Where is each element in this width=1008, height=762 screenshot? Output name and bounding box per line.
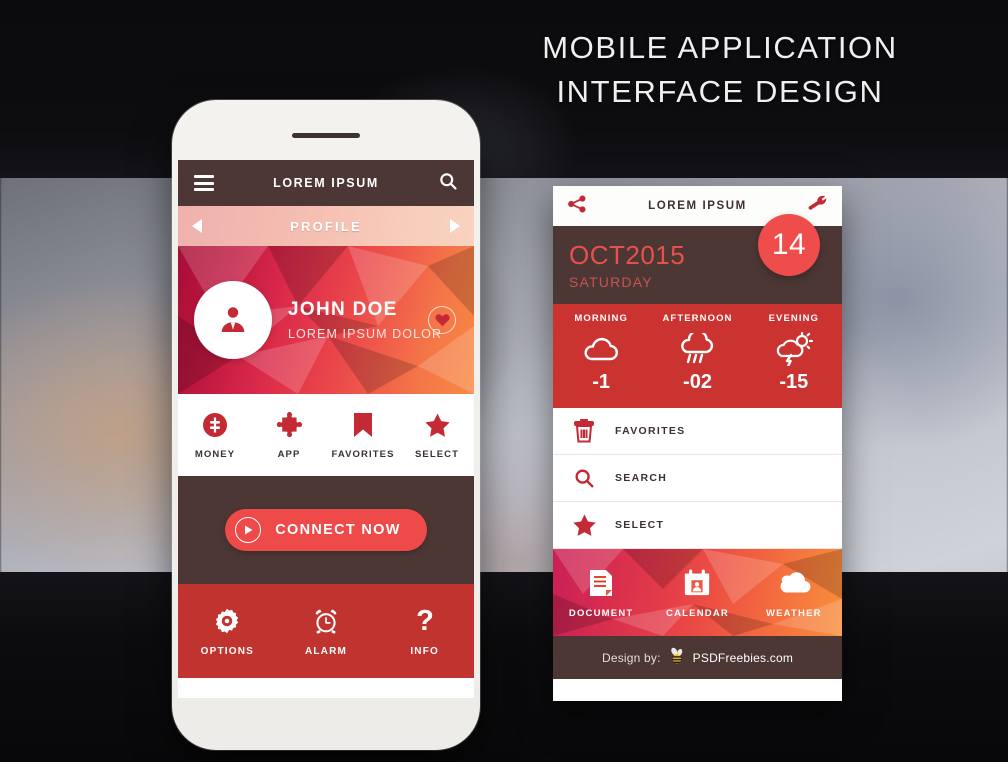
trash-icon — [553, 419, 615, 443]
footer-site: PSDFreebies.com — [692, 650, 794, 665]
card-nav-label: DOCUMENT — [568, 607, 634, 619]
shortcut-label: APP — [277, 449, 301, 460]
profile-name: JOHN DOE — [288, 299, 398, 320]
card-nav-label: WEATHER — [765, 607, 822, 619]
hamburger-icon[interactable] — [194, 175, 214, 191]
svg-text:?: ? — [416, 606, 434, 636]
sun-lightning-icon — [746, 329, 842, 369]
heart-icon[interactable] — [428, 306, 456, 334]
cloud-icon — [553, 329, 649, 369]
wrench-icon[interactable] — [808, 194, 828, 219]
page-title-line1: MOBILE APPLICATION — [542, 30, 898, 65]
rain-cloud-icon — [649, 329, 745, 369]
weather-label: EVENING — [768, 313, 820, 324]
phone-mockup: LOREM IPSUM PROFILE JOHN DOE LOREM IPSUM… — [172, 100, 480, 750]
shortcut-favorites[interactable]: FAVORITES — [326, 410, 400, 460]
search-icon — [553, 467, 615, 489]
phone-speaker — [292, 133, 360, 138]
connect-section: CONNECT NOW — [178, 476, 474, 584]
date-day-badge: 14 — [758, 214, 820, 276]
list-item-label: FAVORITES — [615, 425, 686, 437]
profile-bar-label: PROFILE — [290, 218, 362, 234]
weather-value: -02 — [683, 371, 712, 393]
nav-label: OPTIONS — [200, 645, 255, 657]
weather-morning: MORNING -1 — [553, 313, 649, 408]
list-item-favorites[interactable]: FAVORITES — [553, 408, 842, 455]
shortcut-money[interactable]: MONEY — [178, 410, 252, 460]
card-bottom-nav: DOCUMENT CALENDAR WEATHER — [553, 549, 842, 636]
puzzle-icon — [252, 410, 326, 440]
date-section: OCT2015 SATURDAY 14 — [553, 214, 842, 304]
bee-icon — [668, 647, 686, 668]
weather-label: MORNING — [574, 313, 628, 324]
card-nav-calendar[interactable]: CALENDAR — [649, 567, 745, 619]
profile-subtitle: LOREM IPSUM DOLOR — [288, 327, 443, 341]
weather-evening: EVENING -15 — [746, 313, 842, 408]
triangle-left-icon[interactable] — [192, 219, 202, 233]
footer-credit: Design by: PSDFreebies.com — [553, 636, 842, 679]
list-item-label: SEARCH — [615, 472, 668, 484]
bookmark-icon — [326, 410, 400, 440]
profile-carousel-bar: PROFILE — [178, 206, 474, 246]
cloud-icon — [746, 567, 842, 599]
date-weekday: SATURDAY — [569, 274, 653, 290]
nav-label: ALARM — [304, 645, 348, 657]
app-title: LOREM IPSUM — [273, 176, 379, 190]
card-nav-document[interactable]: DOCUMENT — [553, 567, 649, 619]
app-topbar: LOREM IPSUM — [178, 160, 474, 206]
gear-icon — [178, 606, 277, 636]
weather-section: MORNING -1 AFTERNOON -02 EVENING -15 — [553, 304, 842, 408]
weather-afternoon: AFTERNOON -02 — [649, 313, 745, 408]
shortcut-label: SELECT — [414, 449, 460, 460]
shortcut-app[interactable]: APP — [252, 410, 326, 460]
nav-label: INFO — [410, 645, 440, 657]
card-title: LOREM IPSUM — [648, 200, 747, 212]
shortcut-row: MONEY APP FAVORITES SELECT — [178, 394, 474, 476]
background-band-bottom — [0, 572, 1008, 762]
page-title: MOBILE APPLICATION INTERFACE DESIGN — [520, 26, 920, 114]
shortcut-label: FAVORITES — [331, 449, 395, 460]
question-mark-icon: ? — [375, 606, 474, 636]
play-icon — [235, 517, 262, 543]
nav-options[interactable]: OPTIONS — [178, 606, 277, 657]
weather-value: -15 — [779, 371, 809, 393]
calendar-icon — [649, 567, 745, 599]
weather-label: AFTERNOON — [662, 313, 733, 324]
document-icon — [553, 567, 649, 599]
nav-alarm[interactable]: ALARM — [277, 606, 376, 657]
search-icon[interactable] — [438, 171, 458, 196]
star-icon — [553, 513, 615, 537]
bottom-nav: OPTIONS ALARM ? INFO — [178, 584, 474, 678]
page-title-line2: INTERFACE DESIGN — [556, 74, 884, 110]
shortcut-select[interactable]: SELECT — [400, 410, 474, 460]
share-icon[interactable] — [567, 194, 587, 219]
footer-prefix: Design by: — [601, 650, 661, 665]
phone-screen: LOREM IPSUM PROFILE JOHN DOE LOREM IPSUM… — [178, 160, 474, 698]
star-icon — [400, 410, 474, 440]
profile-hero: JOHN DOE LOREM IPSUM DOLOR — [178, 246, 474, 394]
avatar[interactable] — [194, 281, 272, 359]
shortcut-label: MONEY — [194, 449, 236, 460]
money-icon — [178, 410, 252, 440]
profile-text: JOHN DOE LOREM IPSUM DOLOR — [288, 299, 442, 341]
secondary-app-card: LOREM IPSUM OCT2015 SATURDAY 14 MORNING … — [553, 186, 842, 701]
card-nav-label: CALENDAR — [666, 607, 729, 619]
list-item-label: SELECT — [615, 519, 665, 531]
alarm-clock-icon — [277, 606, 376, 636]
connect-now-label: CONNECT NOW — [275, 522, 401, 538]
list-item-select[interactable]: SELECT — [553, 502, 842, 549]
connect-now-button[interactable]: CONNECT NOW — [225, 509, 427, 551]
triangle-right-icon[interactable] — [450, 219, 460, 233]
user-icon — [221, 307, 245, 332]
list-item-search[interactable]: SEARCH — [553, 455, 842, 502]
menu-list: FAVORITES SEARCH SELECT — [553, 408, 842, 549]
card-nav-weather[interactable]: WEATHER — [746, 567, 842, 619]
weather-value: -1 — [592, 371, 611, 393]
nav-info[interactable]: ? INFO — [375, 606, 474, 657]
